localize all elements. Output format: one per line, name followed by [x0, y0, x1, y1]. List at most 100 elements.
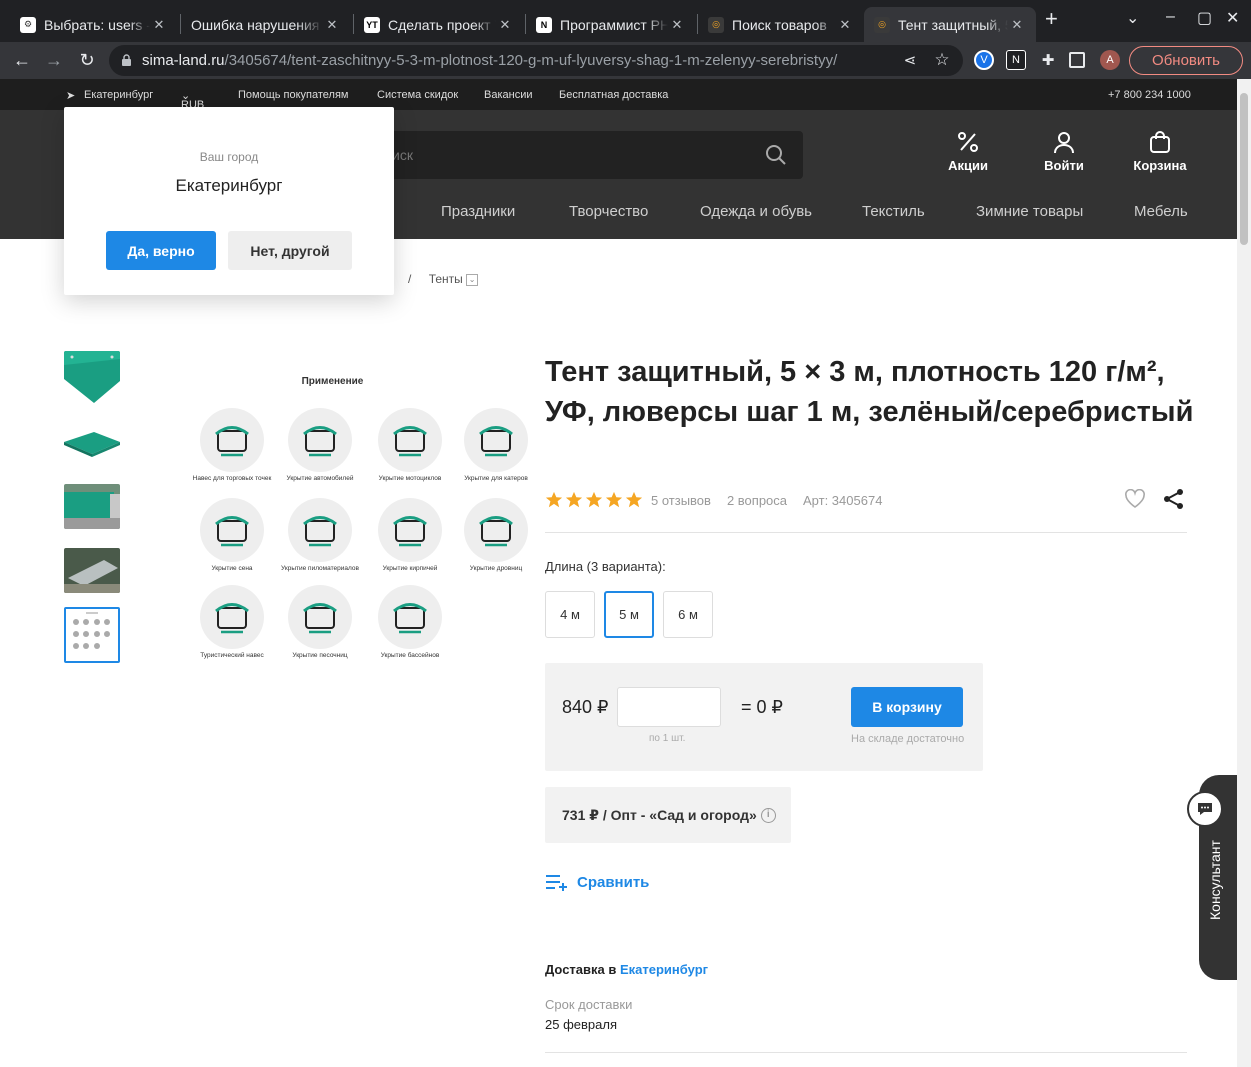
topbar-link-help[interactable]: Помощь покупателям: [238, 89, 349, 101]
usage-item-label: Укрытие автомобилей: [286, 475, 354, 482]
address-bar[interactable]: sima-land.ru/3405674/tent-zaschitnyy-5-3…: [109, 45, 963, 76]
chevron-down-icon[interactable]: ⌄: [466, 273, 479, 286]
reload-icon[interactable]: ↻: [75, 48, 99, 72]
window-close-icon[interactable]: ✕: [1226, 8, 1239, 28]
thumbnail-1[interactable]: [64, 351, 120, 403]
confirm-city-button[interactable]: Да, верно: [106, 231, 216, 270]
login-button[interactable]: Войти: [1029, 130, 1099, 173]
consultant-label: Консультант: [1207, 840, 1223, 920]
wholesale-price: 731 ₽ / Опт - «Сад и огород» i: [545, 787, 791, 843]
usage-item-label: Укрытие пиломатериалов: [281, 565, 359, 572]
bookmark-star-icon[interactable]: ☆: [930, 48, 954, 72]
breadcrumb-current[interactable]: Тенты: [429, 272, 463, 286]
usage-item-label: Укрытие бассейнов: [380, 652, 440, 659]
currency-selector[interactable]: RUB ⌄: [181, 89, 204, 111]
usage-icon: [200, 408, 264, 472]
maximize-icon[interactable]: ▢: [1197, 8, 1212, 28]
topbar-phone[interactable]: +7 800 234 1000: [1108, 89, 1191, 101]
thumbnail-2[interactable]: [64, 420, 120, 462]
reviews-link[interactable]: 5 отзывов: [651, 493, 711, 508]
topbar-city[interactable]: Екатеринбург: [84, 89, 153, 101]
length-option-4m[interactable]: 4 м: [545, 591, 595, 638]
side-panel-icon[interactable]: [1069, 52, 1085, 68]
quantity-input[interactable]: [617, 687, 721, 727]
delivery-prefix: Доставка в: [545, 962, 617, 977]
bag-icon: [1150, 131, 1170, 153]
forward-arrow-icon[interactable]: →: [42, 48, 66, 72]
tab-title: Ошибка нарушения и: [191, 16, 323, 33]
usage-item: Туристический навес: [192, 584, 272, 659]
tab-users[interactable]: ⚙ Выбрать: users - c ✕: [10, 7, 178, 42]
usage-item: Укрытие сена: [192, 497, 272, 572]
page-scrollbar[interactable]: [1237, 79, 1251, 1067]
delivery-heading: Доставка в Екатеринбург: [545, 962, 708, 977]
tarp-image: [64, 351, 120, 403]
category-clothes[interactable]: Одежда и обувь: [700, 203, 812, 220]
city-popup-city: Екатеринбург: [175, 176, 283, 195]
update-button[interactable]: Обновить: [1129, 46, 1243, 75]
length-option-5m[interactable]: 5 м: [604, 591, 654, 638]
back-arrow-icon[interactable]: ←: [10, 48, 34, 72]
star-icon: [585, 491, 603, 508]
close-icon[interactable]: ✕: [496, 17, 514, 33]
profile-avatar[interactable]: A: [1100, 50, 1120, 70]
compare-button[interactable]: Сравнить: [545, 873, 649, 891]
category-creativity[interactable]: Творчество: [569, 203, 648, 220]
cart-button[interactable]: Корзина: [1125, 130, 1195, 173]
notion-extension-icon[interactable]: N: [1006, 50, 1026, 70]
topbar-link-free-delivery[interactable]: Бесплатная доставка: [559, 89, 668, 101]
product-title: Тент защитный, 5 × 3 м, плотность 120 г/…: [545, 356, 1194, 428]
main-product-image[interactable]: Применение Навес для торговых точек Укрыт…: [150, 360, 528, 680]
share-icon[interactable]: ⋖: [898, 48, 922, 72]
consultant-widget[interactable]: Консультант: [1187, 775, 1237, 980]
scrollbar-thumb[interactable]: [1240, 93, 1248, 245]
category-textile[interactable]: Текстиль: [862, 203, 925, 220]
category-winter[interactable]: Зимние товары: [976, 203, 1083, 220]
thumbnail-3[interactable]: [64, 484, 120, 529]
search-icon[interactable]: [765, 144, 787, 166]
heart-icon[interactable]: [1124, 489, 1146, 509]
usage-item: Укрытие кирпичей: [370, 497, 450, 572]
lock-icon: [122, 54, 131, 66]
new-tab-button[interactable]: +: [1045, 6, 1058, 32]
tab-php[interactable]: N Программист PHP ✕: [526, 7, 696, 42]
close-icon[interactable]: ✕: [150, 17, 168, 33]
category-furniture[interactable]: Мебель: [1134, 203, 1188, 220]
share-icon[interactable]: [1163, 488, 1185, 510]
tab-active-product[interactable]: ◎ Тент защитный, 5 ✕: [864, 7, 1036, 42]
tab-error[interactable]: Ошибка нарушения и ✕: [181, 7, 351, 42]
youtrack-icon: YT: [364, 16, 380, 33]
close-icon[interactable]: ✕: [1008, 17, 1026, 33]
tab-search-icon[interactable]: ⌄: [1126, 8, 1139, 28]
compare-label: Сравнить: [577, 873, 650, 891]
close-icon[interactable]: ✕: [836, 17, 854, 33]
length-option-6m[interactable]: 6 м: [663, 591, 713, 638]
total-price: = 0 ₽: [741, 697, 783, 717]
promotions-button[interactable]: Акции: [933, 130, 1003, 173]
gallery-heading: Применение: [301, 376, 364, 387]
usage-item: Укрытие мотоциклов: [370, 407, 450, 482]
delivery-city-link[interactable]: Екатеринбург: [620, 962, 708, 977]
add-to-cart-button[interactable]: В корзину: [851, 687, 963, 727]
thumbnail-5-selected[interactable]: [64, 607, 120, 663]
close-icon[interactable]: ✕: [323, 17, 341, 33]
tab-yt-project[interactable]: YT Сделать проект YT ✕: [354, 7, 524, 42]
extensions-puzzle-icon[interactable]: ✚: [1038, 50, 1058, 70]
compare-list-icon: [546, 875, 567, 891]
topbar-link-vacancies[interactable]: Вакансии: [484, 89, 533, 101]
usage-item-label: Туристический навес: [200, 652, 264, 659]
usage-icon: [378, 498, 442, 562]
site-icon: ◎: [874, 16, 890, 33]
category-holidays[interactable]: Праздники: [441, 203, 515, 220]
questions-link[interactable]: 2 вопроса: [727, 493, 787, 508]
minimize-icon[interactable]: –: [1166, 8, 1175, 26]
usage-item-label: Укрытие мотоциклов: [378, 475, 442, 482]
topbar-link-discounts[interactable]: Система скидок: [377, 89, 458, 101]
thumbnail-4[interactable]: [64, 548, 120, 593]
close-icon[interactable]: ✕: [668, 17, 686, 33]
tab-search-goods[interactable]: ◎ Поиск товаров ✕: [698, 7, 864, 42]
info-icon[interactable]: i: [760, 807, 776, 823]
other-city-button[interactable]: Нет, другой: [228, 231, 352, 270]
v-extension-icon[interactable]: V: [974, 50, 994, 70]
rating-stars[interactable]: [545, 491, 645, 509]
